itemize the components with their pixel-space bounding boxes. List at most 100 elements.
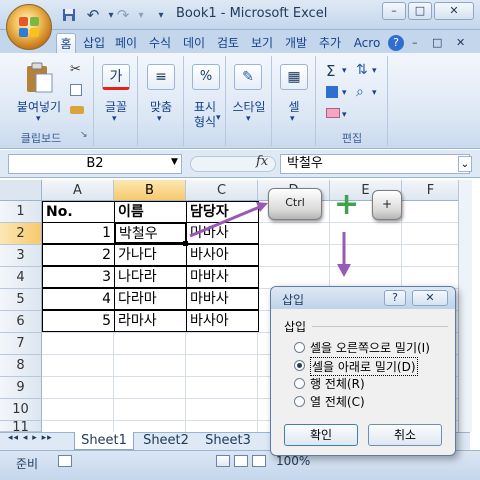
tab-home[interactable]: 홈 — [56, 33, 76, 53]
column-header-a[interactable]: A — [42, 180, 114, 201]
cells-icon[interactable]: ▦ — [280, 64, 308, 90]
cell-c3[interactable]: 바사아 — [186, 244, 259, 266]
radio-shift-down[interactable] — [294, 360, 305, 371]
clear-icon[interactable] — [326, 108, 340, 118]
ribbon-restore-icon[interactable]: □ — [432, 36, 442, 49]
option-entire-column-label[interactable]: 열 전체(C) — [310, 393, 365, 410]
clipboard-launcher-icon[interactable]: ↘ — [80, 130, 88, 140]
tab-page-layout[interactable]: 페이 — [112, 33, 140, 53]
cell-a6[interactable]: 5 — [42, 310, 115, 332]
row-header-4[interactable]: 4 — [0, 267, 42, 289]
normal-view-icon[interactable] — [216, 455, 230, 467]
radio-entire-row[interactable] — [294, 378, 305, 389]
row-header-1[interactable]: 1 — [0, 201, 42, 223]
option-shift-right-label[interactable]: 셀을 오른쪽으로 밀기(I) — [310, 339, 430, 356]
sort-filter-dropdown-icon[interactable]: ▾ — [372, 66, 377, 76]
cell-b3[interactable]: 가나다 — [114, 244, 187, 266]
number-format-dropdown-icon[interactable]: ▾ — [216, 113, 221, 123]
formula-input[interactable]: 박철우 — [280, 154, 470, 174]
cell-c4[interactable]: 마바사 — [186, 266, 259, 288]
fill-handle[interactable] — [183, 241, 188, 246]
zoom-level[interactable]: 100% — [276, 454, 310, 468]
cell-a2[interactable]: 1 — [42, 222, 115, 244]
dialog-help-button[interactable]: ? — [384, 290, 406, 306]
cut-icon[interactable]: ✂ — [70, 62, 81, 77]
radio-entire-column[interactable] — [294, 396, 305, 407]
row-header-10[interactable]: 10 — [0, 399, 42, 421]
row-header-9[interactable]: 9 — [0, 377, 42, 399]
column-header-b[interactable]: B — [114, 180, 186, 201]
paste-button[interactable]: 붙여넣기 — [14, 98, 64, 115]
cell-b1[interactable]: 이름 — [114, 201, 187, 223]
tab-developer[interactable]: 개발 — [282, 33, 310, 53]
clear-dropdown-icon[interactable]: ▾ — [342, 110, 347, 120]
font-button[interactable]: 글꼴 — [96, 98, 136, 115]
font-icon[interactable]: 가 — [102, 64, 130, 90]
alignment-dropdown-icon[interactable]: ▾ — [157, 114, 162, 124]
column-header-f[interactable]: F — [402, 180, 460, 201]
row-header-6[interactable]: 6 — [0, 311, 42, 333]
fill-dropdown-icon[interactable]: ▾ — [342, 88, 347, 98]
row-header-2[interactable]: 2 — [0, 223, 42, 245]
paste-dropdown-icon[interactable]: ▾ — [36, 114, 41, 124]
name-box[interactable]: B2 — [8, 154, 182, 174]
office-button[interactable] — [6, 4, 52, 50]
styles-button[interactable]: 스타일 — [228, 98, 270, 115]
cell-a5[interactable]: 4 — [42, 288, 115, 310]
cell-c5[interactable]: 마바사 — [186, 288, 259, 310]
radio-shift-right[interactable] — [294, 342, 305, 353]
ok-button[interactable]: 확인 — [284, 424, 358, 446]
tab-data[interactable]: 데이 — [180, 33, 208, 53]
row-header-8[interactable]: 8 — [0, 355, 42, 377]
cells-button[interactable]: 셀 — [274, 98, 314, 115]
dialog-close-button[interactable]: ✕ — [412, 290, 448, 306]
number-format-icon[interactable]: % — [192, 64, 220, 90]
undo-icon[interactable]: ↶ — [84, 6, 102, 24]
option-shift-down-label[interactable]: 셀을 아래로 밀기(D) — [310, 357, 418, 376]
redo-icon[interactable]: ↷ — [114, 6, 132, 24]
find-select-dropdown-icon[interactable]: ▾ — [372, 88, 377, 98]
row-header-7[interactable]: 7 — [0, 333, 42, 355]
tab-add-ins[interactable]: 추가 — [316, 33, 344, 53]
sheet-tab-1[interactable]: Sheet1 — [74, 432, 134, 450]
maximize-button[interactable]: □ — [408, 2, 432, 20]
font-dropdown-icon[interactable]: ▾ — [112, 114, 117, 124]
customize-qat-icon[interactable]: ▾ — [152, 6, 170, 24]
cell-b6[interactable]: 라마사 — [114, 310, 187, 332]
ribbon-minimize-icon[interactable]: – — [412, 36, 418, 49]
cells-dropdown-icon[interactable]: ▾ — [290, 114, 295, 124]
cancel-button[interactable]: 취소 — [368, 424, 442, 446]
help-icon[interactable]: ? — [388, 35, 404, 51]
sheet-tab-3[interactable]: Sheet3 — [198, 432, 258, 450]
macro-record-icon[interactable] — [58, 455, 72, 467]
cell-b2-active[interactable]: 박철우 — [114, 222, 187, 244]
save-icon[interactable] — [60, 6, 78, 24]
cell-c6[interactable]: 바사아 — [186, 310, 259, 332]
page-break-view-icon[interactable] — [252, 455, 266, 467]
minimize-button[interactable]: – — [382, 2, 406, 20]
alignment-icon[interactable]: ≡ — [147, 64, 175, 90]
name-box-dropdown-icon[interactable]: ▼ — [171, 157, 178, 167]
find-select-icon[interactable]: ⌕ — [356, 84, 364, 100]
sheet-tab-2[interactable]: Sheet2 — [136, 432, 196, 450]
tab-insert[interactable]: 삽입 — [80, 33, 108, 53]
tab-acrobat[interactable]: Acro — [350, 33, 384, 53]
row-header-5[interactable]: 5 — [0, 289, 42, 311]
autosum-dropdown-icon[interactable]: ▾ — [342, 66, 347, 76]
cell-b4[interactable]: 나다라 — [114, 266, 187, 288]
select-all-corner[interactable] — [0, 180, 42, 201]
autosum-icon[interactable]: Σ — [326, 62, 335, 80]
row-header-3[interactable]: 3 — [0, 245, 42, 267]
row-header-11[interactable]: 11 — [0, 421, 42, 432]
tab-view[interactable]: 보기 — [248, 33, 276, 53]
cell-b5[interactable]: 다라마 — [114, 288, 187, 310]
cell-a3[interactable]: 2 — [42, 244, 115, 266]
tab-formulas[interactable]: 수식 — [146, 33, 174, 53]
styles-icon[interactable]: ✎ — [234, 64, 262, 90]
cell-a4[interactable]: 3 — [42, 266, 115, 288]
paste-icon[interactable] — [24, 62, 54, 94]
vertical-scrollbar[interactable] — [458, 180, 472, 432]
tab-review[interactable]: 검토 — [214, 33, 242, 53]
close-button[interactable]: ✕ — [434, 2, 474, 20]
styles-dropdown-icon[interactable]: ▾ — [246, 114, 251, 124]
